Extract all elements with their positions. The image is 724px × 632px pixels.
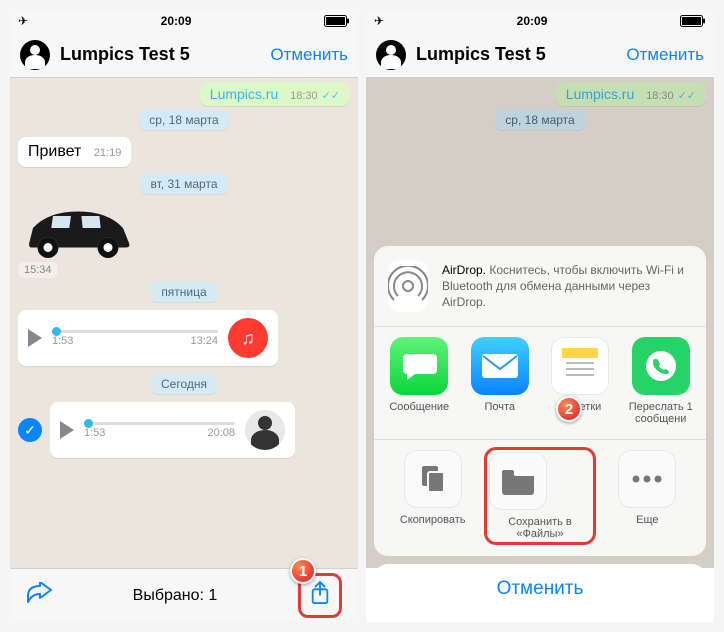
- save-files-highlight: Сохранить в «Файлы»: [484, 447, 595, 545]
- read-ticks-icon: ✓✓: [678, 90, 696, 102]
- airdrop-title: AirDrop.: [442, 263, 486, 277]
- incoming-message[interactable]: Привет 21:19: [18, 137, 131, 167]
- folder-icon: [489, 452, 547, 510]
- whatsapp-icon: [632, 337, 690, 395]
- voice-duration: 1:53: [84, 427, 105, 439]
- voice-track[interactable]: [52, 330, 218, 333]
- outgoing-link[interactable]: Lumpics.ru 18:30 ✓✓: [200, 82, 350, 106]
- play-icon[interactable]: [60, 421, 74, 439]
- status-time: 20:09: [517, 14, 548, 28]
- share-icon[interactable]: [309, 593, 331, 610]
- mail-icon: [471, 337, 529, 395]
- airdrop-row[interactable]: AirDrop. Коснитесь, чтобы включить Wi-Fi…: [374, 246, 706, 326]
- app-label: Сообщение: [389, 401, 449, 413]
- avatar[interactable]: [20, 40, 50, 70]
- voice-duration: 1:53: [52, 335, 73, 347]
- status-bar: ✈ 20:09: [366, 10, 714, 32]
- phone-left: ✈ 20:09 Lumpics Test 5 Отменить Lumpics.…: [10, 10, 358, 622]
- more-icon: [618, 450, 676, 508]
- battery-icon: [324, 15, 350, 27]
- date-separator: Сегодня: [151, 374, 217, 394]
- msg-time: 18:30: [290, 90, 318, 102]
- chat-header: Lumpics Test 5 Отменить: [366, 32, 714, 78]
- share-app-messages[interactable]: Сообщение: [380, 337, 459, 425]
- outgoing-link: Lumpics.ru 18:30 ✓✓: [556, 82, 706, 106]
- phone-right: ✈ 20:09 Lumpics Test 5 Отменить Lumpics.…: [366, 10, 714, 622]
- voice-time: 13:24: [190, 335, 218, 347]
- share-app-whatsapp[interactable]: Переслать 1 сообщени: [622, 337, 701, 425]
- avatar: [376, 40, 406, 70]
- chat-title[interactable]: Lumpics Test 5: [60, 44, 270, 65]
- airplane-icon: ✈: [18, 14, 28, 28]
- airdrop-icon: [388, 260, 428, 312]
- chat-area: Lumpics.ru 18:30 ✓✓ ср, 18 марта Привет …: [10, 78, 358, 568]
- date-separator: ср, 18 марта: [139, 110, 228, 130]
- share-app-mail[interactable]: Почта: [461, 337, 540, 425]
- sheet-cancel-button[interactable]: Отменить: [374, 564, 706, 614]
- sender-avatar-icon: [245, 410, 285, 450]
- car-sticker-icon: [18, 198, 138, 258]
- sticker-message[interactable]: 15:34: [18, 198, 138, 278]
- read-ticks-icon: ✓✓: [322, 90, 340, 102]
- airdrop-text: AirDrop. Коснитесь, чтобы включить Wi-Fi…: [442, 262, 692, 311]
- battery-icon: [680, 15, 706, 27]
- airplane-icon: ✈: [374, 14, 384, 28]
- share-actions-row: Скопировать Сохранить в «Файлы» Еще: [374, 440, 706, 556]
- mic-icon: [261, 430, 275, 444]
- status-bar: ✈ 20:09: [10, 10, 358, 32]
- msg-time: 21:19: [94, 147, 122, 159]
- action-label: Скопировать: [400, 514, 466, 526]
- chat-title: Lumpics Test 5: [416, 44, 626, 65]
- play-icon[interactable]: [28, 329, 42, 347]
- cancel-button: Отменить: [626, 45, 704, 65]
- callout-2: 2: [556, 396, 582, 422]
- forward-icon[interactable]: [26, 582, 52, 610]
- link-text: Lumpics.ru: [210, 86, 278, 102]
- date-separator: вт, 31 марта: [141, 174, 228, 194]
- selection-check-icon[interactable]: ✓: [18, 418, 42, 442]
- selected-message-row[interactable]: ✓ 1:53 20:08: [18, 398, 350, 462]
- app-label: Почта: [484, 401, 515, 413]
- action-save-files[interactable]: Сохранить в «Файлы»: [487, 450, 592, 542]
- action-more[interactable]: Еще: [595, 450, 700, 542]
- date-separator: пятница: [151, 282, 216, 302]
- action-copy[interactable]: Скопировать: [380, 450, 485, 542]
- sticker-time: 15:34: [18, 262, 58, 278]
- cancel-button[interactable]: Отменить: [270, 45, 348, 65]
- copy-icon: [404, 450, 462, 508]
- voice-message[interactable]: 1:53 13:24 ♫: [18, 310, 278, 366]
- share-card: AirDrop. Коснитесь, чтобы включить Wi-Fi…: [374, 246, 706, 556]
- music-badge-icon: ♫: [228, 318, 268, 358]
- action-label: Еще: [636, 514, 658, 526]
- voice-track[interactable]: [84, 422, 235, 425]
- voice-time: 20:08: [207, 427, 235, 439]
- voice-message-selected[interactable]: 1:53 20:08: [50, 402, 295, 458]
- chat-header: Lumpics Test 5 Отменить: [10, 32, 358, 78]
- share-apps-row: Сообщение Почта Заметки Переслать 1 сооб…: [374, 327, 706, 439]
- notes-icon: [551, 337, 609, 395]
- date-separator: ср, 18 марта: [495, 110, 584, 130]
- share-sheet: AirDrop. Коснитесь, чтобы включить Wi-Fi…: [374, 246, 706, 614]
- callout-1: 1: [290, 558, 316, 584]
- msg-text: Привет: [28, 143, 81, 160]
- messages-icon: [390, 337, 448, 395]
- selected-count: Выбрано: 1: [133, 587, 218, 605]
- action-label: Сохранить в «Файлы»: [489, 516, 590, 540]
- app-label: Переслать 1 сообщени: [622, 401, 701, 425]
- status-time: 20:09: [161, 14, 192, 28]
